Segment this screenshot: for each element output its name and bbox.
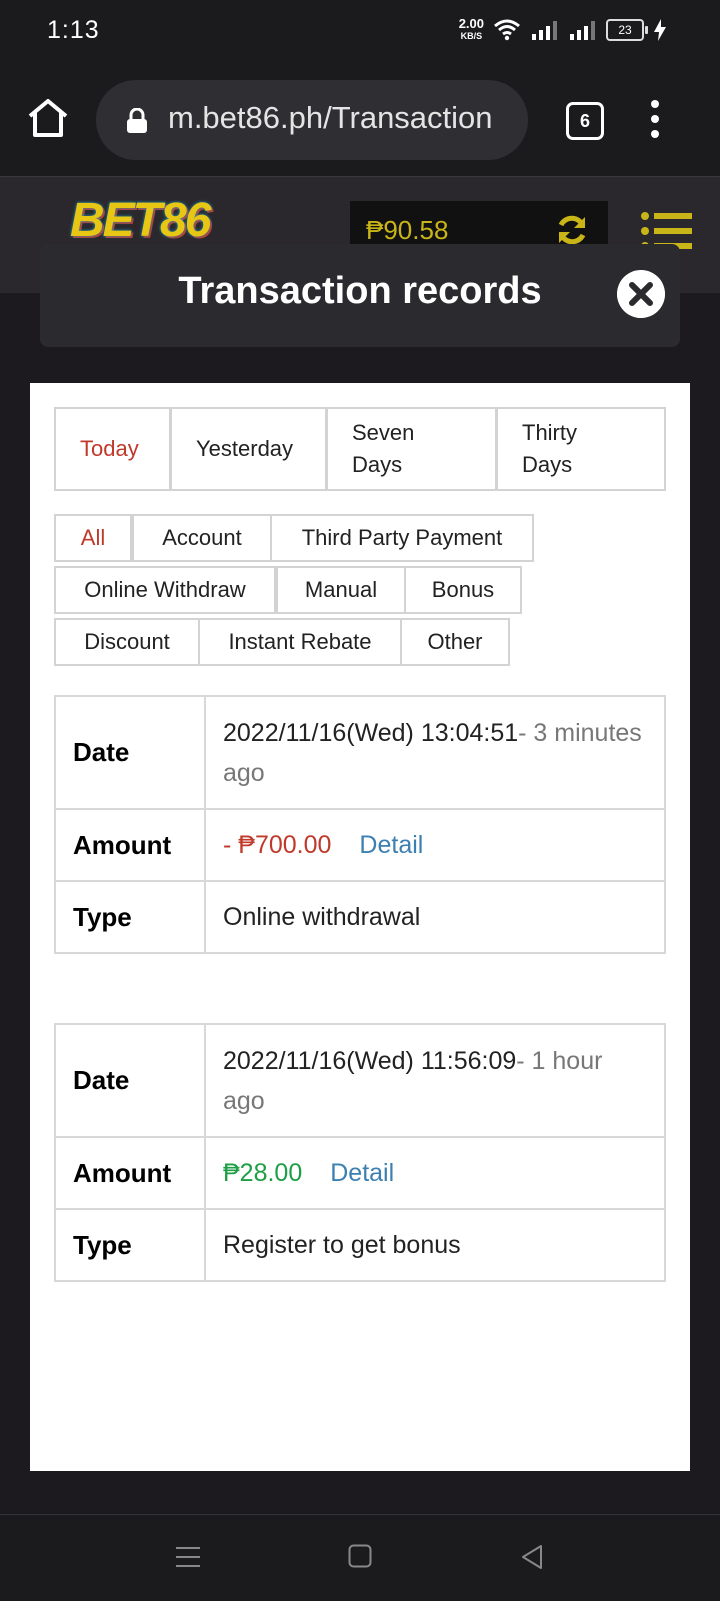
detail-link[interactable]: Detail [330,1159,394,1187]
table-row: Type Register to get bonus [54,1208,666,1282]
date-label: Date [54,695,206,810]
home-nav-icon[interactable] [348,1544,372,1568]
type-value: Register to get bonus [204,1208,666,1282]
type-filter-instant-rebate[interactable]: Instant Rebate [198,618,402,666]
status-time: 1:13 [47,16,100,44]
transaction-record: Date 2022/11/16(Wed) 11:56:09- 1 hour ag… [54,1023,666,1282]
refresh-icon[interactable] [555,213,589,247]
date-filter-group: Today Yesterday Seven Days Thirty Days [54,407,666,491]
signal-icon [532,21,557,40]
type-filter-discount[interactable]: Discount [54,618,200,666]
type-filter-online-withdraw[interactable]: Online Withdraw [54,566,276,614]
date-filter-thirty-days[interactable]: Thirty Days [498,409,664,489]
amount-text: ₱28.00 [223,1159,303,1187]
type-filter-all[interactable]: All [54,514,132,562]
battery-icon: 23 [606,19,648,41]
status-bar: 1:13 2.00 KB/S 23 [0,0,720,64]
transaction-panel: Today Yesterday Seven Days Thirty Days A… [30,383,690,1471]
modal-header: Transaction records [40,244,680,347]
date-filter-seven-days[interactable]: Seven Days [328,409,498,489]
type-value: Online withdrawal [204,880,666,954]
modal-title: Transaction records [178,270,542,312]
transaction-record: Date 2022/11/16(Wed) 13:04:51- 3 minutes… [54,695,666,954]
back-icon[interactable] [520,1544,544,1570]
amount-value: - ₱700.00 Detail [204,808,666,882]
date-value: 2022/11/16(Wed) 11:56:09- 1 hour ago [204,1023,666,1138]
recent-apps-icon[interactable] [175,1545,201,1569]
type-filter-bonus[interactable]: Bonus [404,566,522,614]
detail-link[interactable]: Detail [359,831,423,859]
type-label: Type [54,880,206,954]
table-row: Amount ₱28.00 Detail [54,1136,666,1210]
type-filter-manual[interactable]: Manual [276,566,406,614]
home-icon[interactable] [26,96,70,140]
url-text[interactable]: m.bet86.ph/Transaction [168,100,493,136]
date-value: 2022/11/16(Wed) 13:04:51- 3 minutes ago [204,695,666,810]
date-filter-yesterday[interactable]: Yesterday [172,409,328,489]
amount-value: ₱28.00 Detail [204,1136,666,1210]
table-row: Type Online withdrawal [54,880,666,954]
lock-icon [127,108,147,133]
site-logo[interactable]: BET86 [70,193,211,248]
amount-text: - ₱700.00 [223,831,332,859]
type-filter-third-party-payment[interactable]: Third Party Payment [270,514,534,562]
address-bar[interactable]: m.bet86.ph/Transaction [96,80,528,160]
amount-label: Amount [54,808,206,882]
table-row: Amount - ₱700.00 Detail [54,808,666,882]
browser-toolbar: m.bet86.ph/Transaction 6 [0,64,720,177]
type-filter-other[interactable]: Other [400,618,510,666]
close-icon[interactable] [617,270,665,318]
type-filter-account[interactable]: Account [132,514,272,562]
tab-switcher-button[interactable]: 6 [566,102,604,140]
amount-label: Amount [54,1136,206,1210]
network-speed: 2.00 KB/S [458,16,484,41]
table-row: Date 2022/11/16(Wed) 13:04:51- 3 minutes… [54,695,666,810]
charging-icon [654,19,666,41]
browser-menu-icon[interactable] [650,100,660,140]
table-row: Date 2022/11/16(Wed) 11:56:09- 1 hour ag… [54,1023,666,1138]
balance-amount: ₱90.58 [366,215,449,245]
date-filter-today[interactable]: Today [56,409,172,489]
type-filter-group: All Account Third Party Payment Online W… [54,514,666,666]
system-nav-bar [0,1514,720,1601]
signal-icon-2 [570,21,595,40]
type-label: Type [54,1208,206,1282]
wifi-icon [494,19,520,41]
date-label: Date [54,1023,206,1138]
